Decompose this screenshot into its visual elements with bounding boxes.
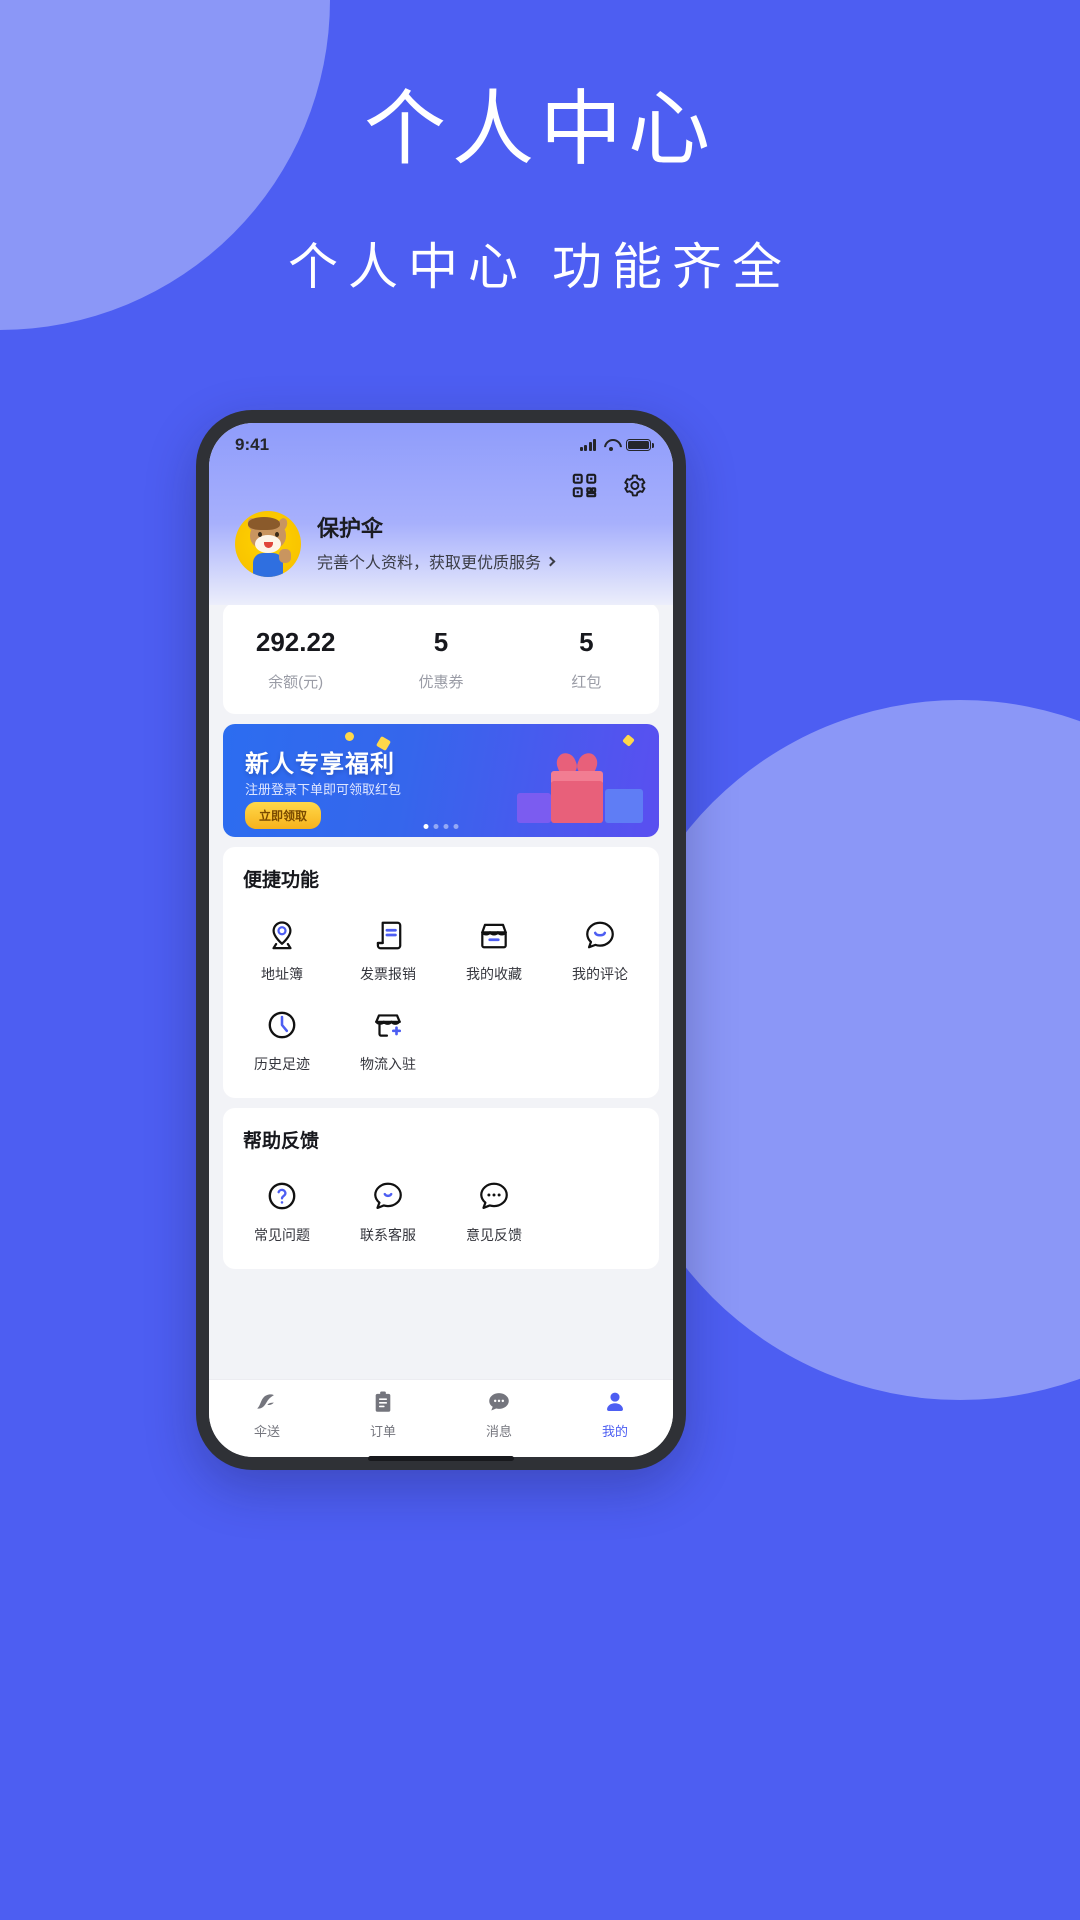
feedback-bubble-icon [477,1179,511,1213]
tab-orders[interactable]: 订单 [325,1389,441,1440]
screen-scroll-body[interactable]: 292.22 余额(元) 5 优惠券 5 红包 新人专享福利 注册登录下单即可领… [209,605,673,1379]
grid-item-label: 常见问题 [254,1227,310,1243]
grid-item-address-book[interactable]: 地址簿 [229,904,335,994]
grid-item-label: 意见反馈 [466,1227,522,1243]
function-grid: 地址簿 发票报销 我的收藏 我的评论 历史足迹 物流入驻 [223,896,659,1084]
stat-value: 5 [579,627,594,657]
umbrella-delivery-icon [254,1389,280,1415]
tab-label: 我的 [601,1424,628,1439]
tab-label: 消息 [485,1424,512,1439]
shop-add-icon [371,1008,405,1042]
phone-screen: 9:41 保护伞 完善个人资料，获取更优质服务 292.22 余额(元) 5 优… [209,423,673,1457]
banner-cta-button[interactable]: 立即领取 [245,802,322,829]
banner-pagination-dots[interactable] [423,824,459,829]
profile-name: 保护伞 [317,515,384,541]
home-indicator [368,1456,514,1461]
header-action-icons [209,461,673,505]
tab-delivery[interactable]: 伞送 [209,1389,325,1440]
page-subtitle: 个人中心 功能齐全 [288,238,792,295]
tab-messages[interactable]: 消息 [441,1389,557,1440]
banner-title: 新人专享福利 [245,751,395,778]
grid-item-contact-service[interactable]: 联系客服 [335,1165,441,1255]
qr-code-icon[interactable] [571,472,598,499]
battery-icon [626,438,654,452]
grid-item-label: 联系客服 [360,1227,416,1243]
message-bubble-icon [486,1389,512,1415]
tab-profile[interactable]: 我的 [557,1389,673,1440]
grid-item-faq[interactable]: 常见问题 [229,1165,335,1255]
comment-icon [583,918,617,952]
shop-icon [477,918,511,952]
question-circle-icon [265,1179,299,1213]
clock-icon [265,1008,299,1042]
bottom-tab-bar: 伞送 订单 消息 我的 [209,1379,673,1457]
gear-icon[interactable] [620,472,647,499]
stat-label: 红包 [571,674,602,691]
stats-card: 292.22 余额(元) 5 优惠券 5 红包 [223,605,659,714]
stat-balance[interactable]: 292.22 余额(元) [223,627,368,692]
section-help-feedback: 帮助反馈 常见问题 联系客服 意见反馈 [223,1108,659,1269]
phone-mockup: 9:41 保护伞 完善个人资料，获取更优质服务 292.22 余额(元) 5 优… [196,410,686,1470]
status-time: 9:41 [235,435,270,454]
profile-description-row[interactable]: 完善个人资料，获取更优质服务 [317,549,647,573]
person-icon [602,1389,628,1415]
stat-label: 余额(元) [268,674,324,691]
grid-item-label: 历史足迹 [254,1056,310,1072]
grid-item-label: 地址簿 [261,966,303,982]
screen-header-area: 9:41 保护伞 完善个人资料，获取更优质服务 [209,423,673,605]
stat-label: 优惠券 [418,674,464,691]
profile-description: 完善个人资料，获取更优质服务 [317,555,542,573]
grid-item-label: 发票报销 [360,966,416,982]
section-title: 便捷功能 [243,870,320,891]
stat-value: 5 [433,627,449,657]
help-grid: 常见问题 联系客服 意见反馈 [223,1157,659,1255]
profile-text: 保护伞 完善个人资料，获取更优质服务 [317,515,647,574]
stat-coupon[interactable]: 5 优惠券 [368,627,513,692]
stat-value: 292.22 [255,627,336,657]
status-icons [579,438,654,452]
grid-item-label: 我的评论 [572,966,628,982]
grid-item-label: 我的收藏 [466,966,522,982]
signal-bars-icon [579,439,596,451]
confetti-icon [345,732,354,741]
wifi-icon [603,439,619,451]
promo-banner[interactable]: 新人专享福利 注册登录下单即可领取红包 立即领取 [223,724,659,837]
section-title: 帮助反馈 [243,1131,320,1152]
banner-subtitle: 注册登录下单即可领取红包 [245,782,402,797]
chevron-right-icon [545,556,556,567]
stat-redpacket[interactable]: 5 红包 [514,627,659,692]
location-pin-icon [265,918,299,952]
avatar[interactable] [235,511,301,577]
grid-item-logistics-join[interactable]: 物流入驻 [335,994,441,1084]
profile-row[interactable]: 保护伞 完善个人资料，获取更优质服务 [209,505,673,599]
grid-item-feedback[interactable]: 意见反馈 [441,1165,547,1255]
grid-item-favorites[interactable]: 我的收藏 [441,904,547,994]
page-title: 个人中心 [363,84,716,175]
tab-label: 订单 [369,1424,396,1439]
status-bar: 9:41 [209,423,673,461]
section-convenient-functions: 便捷功能 地址簿 发票报销 我的收藏 我的评论 历史足迹 物流入驻 [223,847,659,1098]
tab-label: 伞送 [253,1424,280,1439]
order-clipboard-icon [370,1389,396,1415]
grid-item-my-comments[interactable]: 我的评论 [547,904,653,994]
hero-text-block: 个人中心 个人中心 功能齐全 [0,82,1080,299]
grid-item-label: 物流入驻 [360,1056,416,1072]
invoice-icon [371,918,405,952]
grid-item-invoice[interactable]: 发票报销 [335,904,441,994]
grid-item-history[interactable]: 历史足迹 [229,994,335,1084]
headset-chat-icon [371,1179,405,1213]
